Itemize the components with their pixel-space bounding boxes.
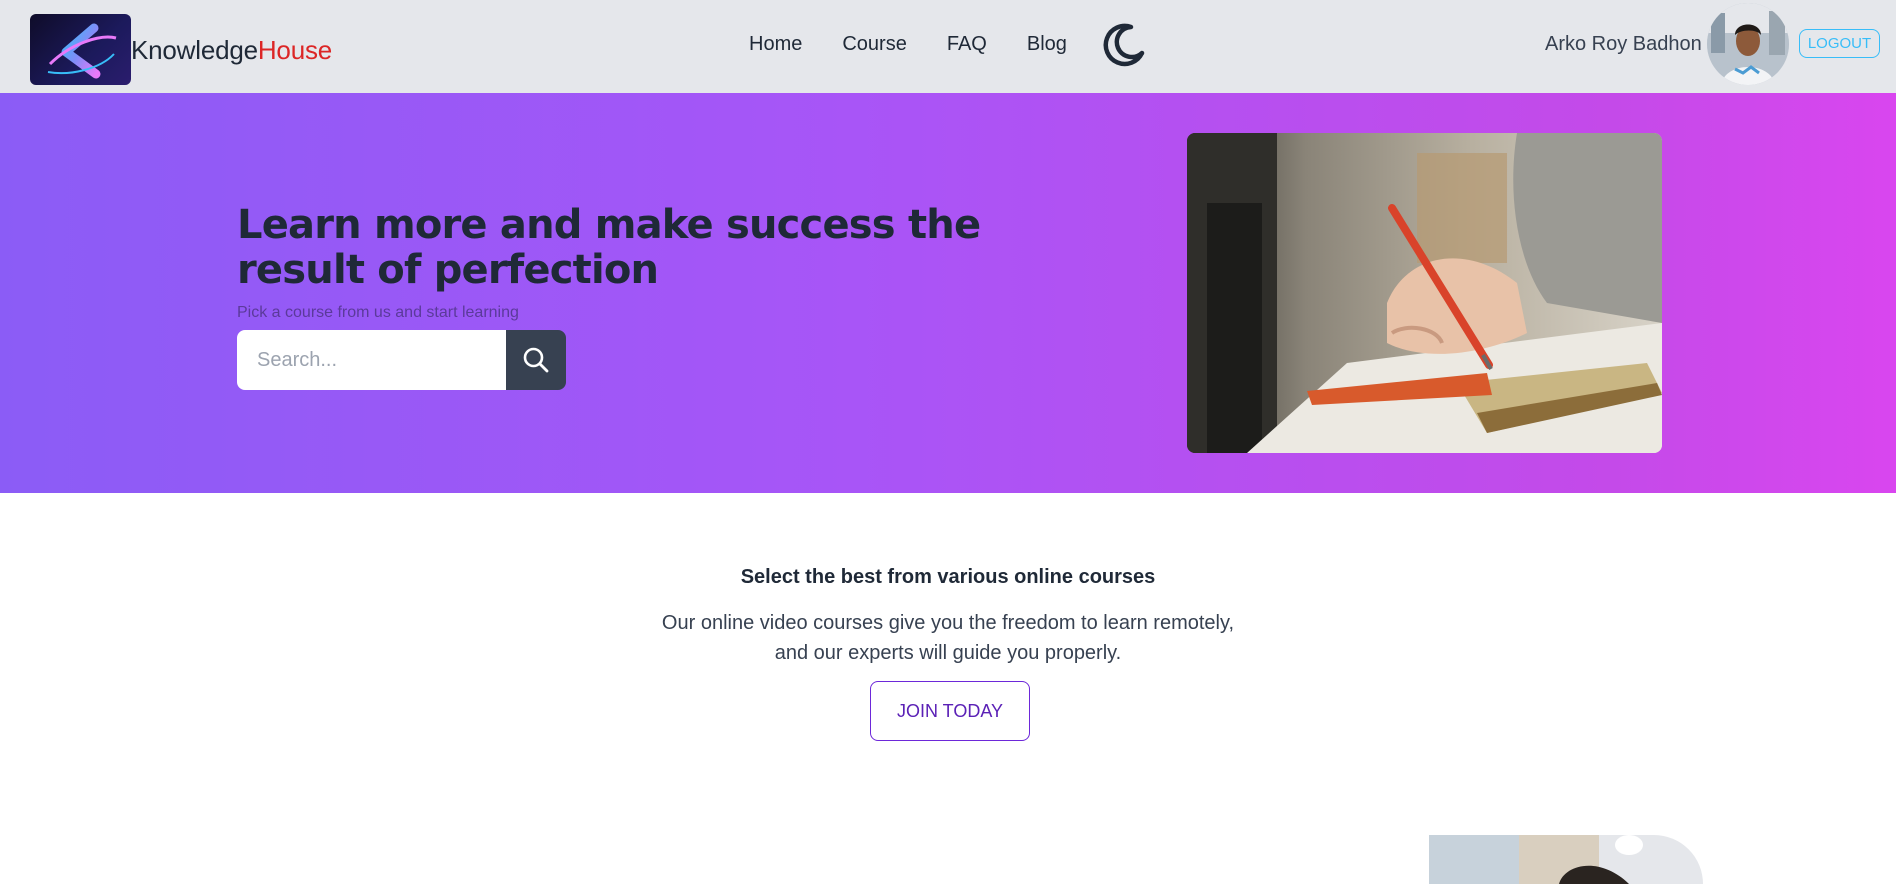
main-nav: Home Course FAQ Blog (749, 30, 1107, 58)
hero-image (1187, 133, 1662, 453)
nav-link-faq[interactable]: FAQ (947, 30, 987, 58)
hero-subtitle: Pick a course from us and start learning (237, 304, 519, 321)
brand-name-part2: House (257, 35, 333, 65)
student-photo (1429, 835, 1703, 884)
logout-button[interactable]: LOGOUT (1799, 29, 1880, 58)
nav-link-home[interactable]: Home (749, 30, 802, 58)
info-title: Select the best from various online cour… (740, 566, 1156, 588)
join-today-button[interactable]: JOIN TODAY (870, 681, 1030, 741)
brand-name-part1: Knowledge (131, 35, 258, 65)
k-logo-icon (47, 23, 117, 79)
brand-logo[interactable] (30, 14, 131, 85)
nav-link-course[interactable]: Course (842, 30, 906, 58)
avatar-photo (1707, 3, 1789, 85)
section-image (1429, 835, 1703, 884)
search-button[interactable] (506, 330, 566, 390)
writing-photo (1187, 133, 1662, 453)
hero-section: Learn more and make success the result o… (0, 93, 1896, 493)
theme-toggle-button[interactable] (1101, 22, 1147, 68)
navbar: KnowledgeHouse Home Course FAQ Blog Arko… (0, 0, 1896, 93)
nav-link-blog[interactable]: Blog (1027, 30, 1067, 58)
search-icon (523, 347, 549, 373)
info-text: Our online video courses give you the fr… (661, 612, 1235, 664)
user-name: Arko Roy Badhon (1545, 33, 1702, 55)
search-input[interactable] (237, 330, 506, 390)
brand-name[interactable]: KnowledgeHouse (131, 34, 332, 66)
search-bar (237, 330, 566, 390)
avatar[interactable] (1707, 3, 1789, 85)
moon-icon (1103, 23, 1145, 67)
hero-title: Learn more and make success the result o… (237, 202, 981, 293)
